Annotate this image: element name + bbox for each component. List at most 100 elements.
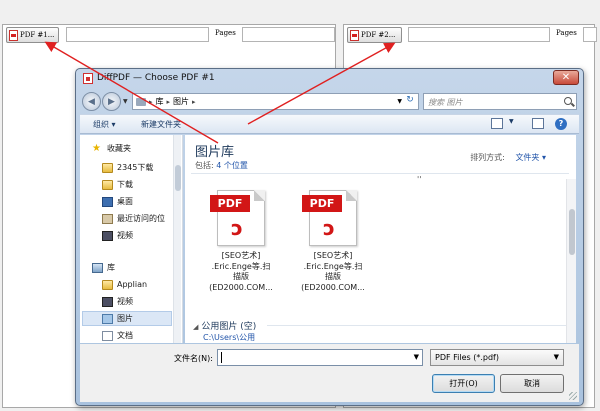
sidebar-item-label: 桌面 (117, 197, 133, 206)
group-header-public-pictures[interactable]: ◢ 公用图片 (空) (193, 319, 256, 332)
choose-pdf-dialog: DiffPDF — Choose PDF #1 ✕ ◀ ▶ ▼ ▸ 库 ▸ 图片… (75, 68, 584, 406)
chevron-down-icon: ▼ (553, 353, 559, 361)
breadcrumb-separator-icon: ▸ (166, 97, 171, 106)
diffpdf-app-icon (83, 73, 93, 84)
filename-input[interactable]: ▼ (217, 349, 423, 366)
file-list-scroll-thumb[interactable] (569, 209, 575, 255)
search-input[interactable]: 搜索 图片 (423, 93, 577, 110)
dialog-titlebar[interactable]: DiffPDF — Choose PDF #1 ✕ (76, 69, 583, 89)
library-includes: 包括: 4 个位置 (195, 160, 248, 171)
library-icon (136, 97, 146, 106)
sidebar-item-recent-places[interactable]: 最近访问的位 (102, 211, 172, 226)
file-type-select[interactable]: PDF Files (*.pdf) ▼ (430, 349, 564, 366)
file-name: [SEO艺术] .Eric.Enge等.扫 描版 (ED2000.COM... (301, 251, 365, 292)
preview-pane-icon[interactable] (532, 118, 544, 129)
library-title: 图片库 (195, 145, 235, 160)
sidebar-item-applian[interactable]: Applian (102, 277, 172, 292)
header-divider (191, 173, 569, 174)
sidebar-item-label: 库 (107, 263, 115, 272)
view-dropdown-icon[interactable]: ▼ (509, 118, 514, 125)
sidebar-item-2345-downloads[interactable]: 2345下载 (102, 160, 172, 175)
pdf2-path-field[interactable] (408, 27, 550, 42)
folder-icon (102, 279, 113, 290)
video-icon (102, 296, 113, 307)
file-item[interactable]: PDF ↄ [SEO艺术] .Eric.Enge等.扫 描版 (ED2000.C… (287, 187, 369, 292)
arrange-by-dropdown[interactable]: 文件夹 ▾ (515, 153, 546, 162)
pdf2-pages-label: Pages (556, 29, 577, 37)
sidebar-item-videos[interactable]: 视频 (102, 228, 172, 243)
address-dropdown-icon[interactable]: ▼ (397, 98, 402, 105)
sidebar-item-pictures[interactable]: 图片 (82, 311, 172, 326)
folder-icon (102, 162, 113, 173)
pdf1-pages-label: Pages (215, 29, 236, 37)
search-placeholder: 搜索 图片 (428, 98, 463, 107)
sidebar-item-libraries[interactable]: 库 (92, 260, 182, 275)
arrange-by-label: 排列方式: (470, 153, 505, 162)
collapse-triangle-icon[interactable]: ◢ (193, 323, 198, 331)
pdf2-pages-field[interactable] (583, 27, 597, 42)
pdf1-path-field[interactable] (66, 27, 209, 42)
includes-label: 包括: (195, 161, 214, 170)
open-button[interactable]: 打开(O) (432, 374, 495, 393)
new-folder-button[interactable]: 新建文件夹 (141, 119, 181, 130)
pdf1-button-label: PDF #1... (20, 31, 55, 39)
file-item[interactable]: PDF ↄ [SEO艺术] .Eric.Enge等.扫 描版 (ED2000.C… (195, 187, 277, 292)
pdf1-pages-field[interactable] (242, 27, 335, 42)
video-icon (102, 230, 113, 241)
file-list-scrollbar[interactable] (566, 179, 576, 343)
sidebar-scroll-thumb[interactable] (175, 165, 181, 191)
pictures-icon (102, 313, 113, 324)
back-arrow-icon: ◀ (88, 96, 95, 107)
pdf-file-icon (9, 29, 18, 41)
sidebar-item-label: Applian (117, 280, 148, 289)
recent-places-icon (102, 213, 113, 224)
includes-locations-link[interactable]: 4 个位置 (216, 161, 248, 170)
organize-menu[interactable]: 组织 ▾ (93, 119, 116, 130)
filename-dropdown-icon[interactable]: ▼ (414, 353, 419, 361)
pdf2-button[interactable]: PDF #2... (347, 27, 402, 43)
address-bar-row: ◀ ▶ ▼ ▸ 库 ▸ 图片 ▸ ▼ ↻ 搜索 图片 (80, 90, 579, 112)
breadcrumb-library[interactable]: 库 (156, 96, 164, 107)
sidebar-item-label: 图片 (117, 314, 133, 323)
recent-pages-dropdown[interactable]: ▼ (123, 98, 128, 105)
documents-icon (102, 330, 113, 341)
refresh-icon[interactable]: ↻ (403, 95, 417, 108)
breadcrumb-separator-icon: ▸ (149, 97, 153, 106)
forward-button[interactable]: ▶ (102, 92, 121, 111)
sidebar-item-desktop[interactable]: 桌面 (102, 194, 172, 209)
close-button[interactable]: ✕ (553, 70, 579, 85)
sidebar-item-label: 2345下载 (117, 163, 154, 172)
pdf-file-icon (350, 29, 359, 41)
sidebar-item-downloads[interactable]: 下载 (102, 177, 172, 192)
sidebar-item-label: 收藏夹 (107, 144, 131, 153)
pdf-band-label: PDF (302, 195, 342, 212)
group-title: 公用图片 (空) (201, 322, 257, 332)
pdf2-button-label: PDF #2... (361, 31, 396, 39)
dialog-footer: 文件名(N): ▼ PDF Files (*.pdf) ▼ 打开(O) 取消 (80, 344, 579, 402)
sidebar-item-videos-library[interactable]: 视频 (102, 294, 172, 309)
pdf1-button[interactable]: PDF #1... (6, 27, 59, 43)
sidebar-item-favorites[interactable]: ★ 收藏夹 (92, 141, 182, 156)
group-divider (267, 325, 567, 326)
file-list-pane: 图片库 包括: 4 个位置 排列方式: 文件夹 ▾ '' PDF ↄ [SEO艺… (185, 135, 576, 343)
breadcrumb-pictures[interactable]: 图片 (173, 96, 189, 107)
star-icon: ★ (92, 142, 101, 154)
dialog-toolbar: 组织 ▾ 新建文件夹 ▼ ? (80, 114, 579, 134)
search-icon[interactable] (564, 97, 572, 105)
close-icon: ✕ (561, 72, 571, 83)
sidebar-scrollbar[interactable] (173, 135, 181, 343)
help-icon[interactable]: ? (555, 118, 567, 130)
back-button[interactable]: ◀ (82, 92, 101, 111)
dialog-title: DiffPDF — Choose PDF #1 (97, 73, 215, 83)
sidebar-item-label: 文档 (117, 331, 133, 340)
desktop-icon (102, 196, 113, 207)
resize-grip-icon[interactable] (569, 392, 577, 400)
forward-arrow-icon: ▶ (108, 96, 115, 107)
breadcrumb-separator-icon: ▸ (192, 97, 196, 106)
address-bar[interactable]: ▸ 库 ▸ 图片 ▸ ▼ ↻ (132, 93, 419, 110)
column-marker: '' (417, 175, 422, 184)
view-options-icon[interactable] (491, 118, 503, 129)
sidebar-item-documents[interactable]: 文档 (102, 328, 172, 343)
cancel-button[interactable]: 取消 (500, 374, 564, 393)
pdf-band-label: PDF (210, 195, 250, 212)
